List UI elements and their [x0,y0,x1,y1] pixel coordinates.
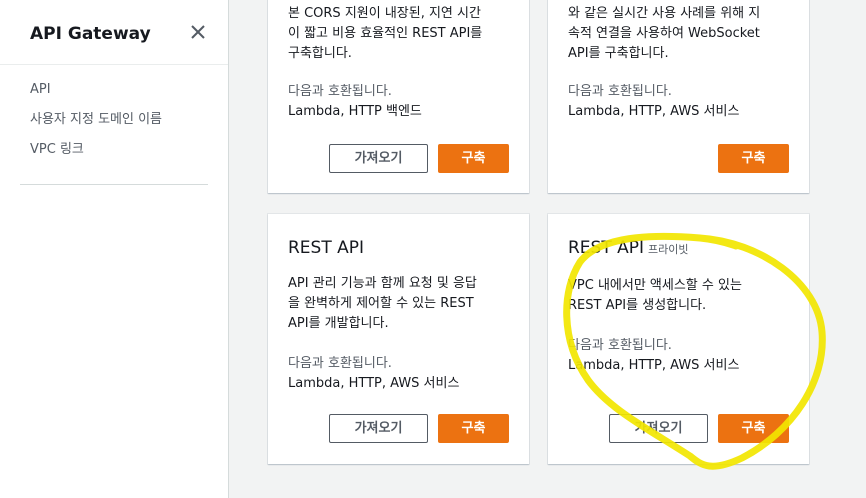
sidebar-item-vpc-links[interactable]: VPC 링크 [30,140,162,170]
rest-api-private-import-button[interactable]: 가져오기 [609,414,708,443]
side-navigation: API Gateway API 사용자 지정 도메인 이름 VPC 링크 [0,0,229,498]
rest-api-compat-value: Lambda, HTTP, AWS 서비스 [288,376,460,391]
http-api-compat-value: Lambda, HTTP 백엔드 [288,104,422,119]
rest-api-description: API 관리 기능과 함께 요청 및 응답 을 완벽하게 제어할 수 있는 RE… [288,276,477,331]
rest-api-private-compat-label: 다음과 호환됩니다. [568,338,672,353]
rest-api-private-card: REST API 프라이빗 VPC 내에서만 액세스할 수 있는 REST API… [548,214,809,464]
sidebar-nav: API 사용자 지정 도메인 이름 VPC 링크 [30,80,162,170]
rest-api-private-title: REST API 프라이빗 [568,238,689,258]
sidebar-item-api[interactable]: API [30,80,162,110]
websocket-api-compat-label: 다음과 호환됩니다. [568,84,672,99]
private-badge: 프라이빗 [648,243,689,256]
http-api-import-button[interactable]: 가져오기 [329,144,428,173]
rest-api-compat-label: 다음과 호환됩니다. [288,356,392,371]
sidebar-divider [20,184,208,185]
rest-api-private-compat-value: Lambda, HTTP, AWS 서비스 [568,358,740,373]
websocket-api-compat-value: Lambda, HTTP, AWS 서비스 [568,104,740,119]
http-api-description: 본 CORS 지원이 내장된, 지연 시간 이 짧고 비용 효율적인 REST … [288,6,483,61]
rest-api-card: REST API API 관리 기능과 함께 요청 및 응답 을 완벽하게 제어… [268,214,529,464]
close-icon[interactable] [186,20,210,44]
sidebar-item-custom-domain-names[interactable]: 사용자 지정 도메인 이름 [30,110,162,140]
http-api-compat-label: 다음과 호환됩니다. [288,84,392,99]
rest-api-title: REST API [288,238,365,258]
rest-api-private-description: VPC 내에서만 액세스할 수 있는 REST API를 생성합니다. [568,278,742,313]
rest-api-private-build-button[interactable]: 구축 [718,414,789,443]
sidebar-header: API Gateway [0,0,228,65]
websocket-api-card: 와 같은 실시간 사용 사례를 위해 지 속적 연결을 사용하여 WebSock… [548,0,809,193]
rest-api-build-button[interactable]: 구축 [438,414,509,443]
websocket-api-description: 와 같은 실시간 사용 사례를 위해 지 속적 연결을 사용하여 WebSock… [568,6,761,61]
websocket-api-build-button[interactable]: 구축 [718,144,789,173]
http-api-build-button[interactable]: 구축 [438,144,509,173]
rest-api-import-button[interactable]: 가져오기 [329,414,428,443]
sidebar-title[interactable]: API Gateway [30,24,151,44]
http-api-card: 본 CORS 지원이 내장된, 지연 시간 이 짧고 비용 효율적인 REST … [268,0,529,193]
